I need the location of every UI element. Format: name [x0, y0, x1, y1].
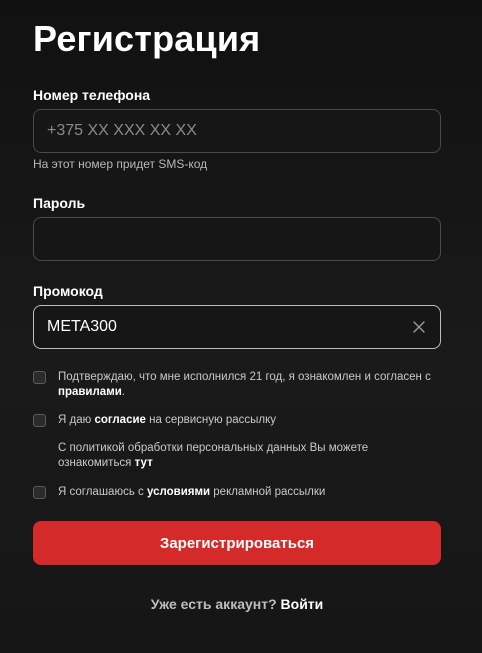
consent-ads-row: Я соглашаюсь с условиями рекламной рассы…	[33, 485, 441, 500]
rules-link[interactable]: правилами	[58, 386, 122, 398]
consent-age-text: Подтверждаю, что мне исполнился 21 год, …	[58, 370, 441, 400]
consent-ads-text-after: рекламной рассылки	[210, 486, 326, 498]
consent-service-text-after: на сервисную рассылку	[145, 414, 276, 426]
promo-field-wrapper	[33, 305, 441, 349]
close-icon	[413, 321, 425, 333]
password-input[interactable]	[47, 230, 427, 248]
password-label: Пароль	[33, 195, 86, 211]
register-button[interactable]: Зарегистрироваться	[33, 521, 441, 565]
privacy-link[interactable]: тут	[135, 457, 153, 469]
promo-label: Промокод	[33, 283, 103, 299]
page-title: Регистрация	[33, 18, 261, 59]
consent-ads-checkbox[interactable]	[33, 486, 46, 499]
phone-hint: На этот номер придет SMS-код	[33, 157, 208, 171]
privacy-note: С политикой обработки персональных данны…	[58, 441, 428, 471]
login-prompt-line: Уже есть аккаунт? Войти	[33, 596, 441, 612]
phone-input[interactable]	[47, 122, 427, 140]
consent-service-text-before: Я даю	[58, 414, 95, 426]
terms-link[interactable]: условиями	[147, 486, 210, 498]
consent-link[interactable]: согласие	[94, 414, 146, 426]
promo-input[interactable]	[47, 318, 411, 336]
consent-age-row: Подтверждаю, что мне исполнился 21 год, …	[33, 370, 441, 400]
consent-service-text: Я даю согласие на сервисную рассылку	[58, 413, 276, 428]
consent-service-checkbox[interactable]	[33, 414, 46, 427]
login-link[interactable]: Войти	[281, 596, 324, 612]
privacy-note-text: С политикой обработки персональных данны…	[58, 442, 369, 469]
phone-field-wrapper	[33, 109, 441, 153]
password-field-wrapper	[33, 217, 441, 261]
phone-label: Номер телефона	[33, 87, 151, 103]
consent-age-text-before: Подтверждаю, что мне исполнился 21 год, …	[58, 371, 431, 383]
consent-age-text-after: .	[121, 386, 125, 398]
consent-ads-text: Я соглашаюсь с условиями рекламной рассы…	[58, 485, 325, 500]
consent-ads-text-before: Я соглашаюсь с	[58, 486, 147, 498]
consent-age-checkbox[interactable]	[33, 371, 46, 384]
consent-service-row: Я даю согласие на сервисную рассылку	[33, 413, 441, 428]
promo-clear-button[interactable]	[411, 319, 427, 335]
login-prompt: Уже есть аккаунт?	[150, 596, 277, 612]
